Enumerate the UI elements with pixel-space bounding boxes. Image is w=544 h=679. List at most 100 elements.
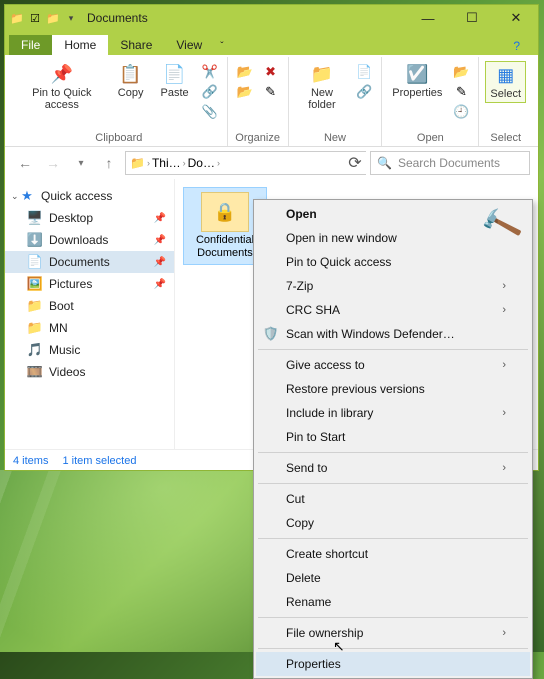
refresh-button[interactable]: ⟳: [344, 152, 366, 174]
tab-file[interactable]: File: [9, 35, 52, 55]
quick-access-label: Quick access: [41, 189, 112, 203]
ctx-create-shortcut[interactable]: Create shortcut: [256, 542, 530, 566]
qat-properties-icon[interactable]: ☑: [27, 10, 43, 26]
tab-view[interactable]: View: [164, 35, 214, 55]
properties-button[interactable]: ☑️ Properties: [388, 61, 446, 101]
paste-label: Paste: [161, 87, 189, 99]
ctx-file-ownership[interactable]: File ownership›: [256, 621, 530, 645]
titlebar: 📁 ☑ 📁 ▾ Documents — ☐ ✕: [5, 5, 538, 31]
rename-icon[interactable]: ✎: [260, 83, 282, 101]
pin-quick-access-button[interactable]: 📌 Pin to Quick access: [17, 61, 107, 113]
search-icon: 🔍: [377, 156, 392, 170]
pin-icon: 📌: [154, 257, 166, 268]
ctx-pin-start[interactable]: Pin to Start: [256, 425, 530, 449]
qat-dropdown-icon[interactable]: ▾: [63, 10, 79, 26]
select-button[interactable]: ▦ Select: [485, 61, 526, 103]
tab-share[interactable]: Share: [108, 35, 164, 55]
sidebar-item-label: Downloads: [49, 233, 108, 247]
chevron-right-icon: ›: [502, 627, 506, 639]
chevron-right-icon: ›: [502, 359, 506, 371]
folder-icon: 🖼️: [27, 276, 43, 292]
forward-button[interactable]: →: [41, 151, 65, 175]
close-button[interactable]: ✕: [494, 5, 538, 31]
new-folder-button[interactable]: 📁 New folder: [295, 61, 350, 113]
folder-icon: 🎞️: [27, 364, 43, 380]
ctx-delete[interactable]: Delete: [256, 566, 530, 590]
search-input[interactable]: 🔍 Search Documents: [370, 151, 530, 175]
qat-newfolder-icon[interactable]: 📁: [45, 10, 61, 26]
window-title: Documents: [87, 11, 148, 25]
chevron-right-icon: ›: [217, 158, 220, 168]
sidebar-item-label: Desktop: [49, 211, 93, 225]
path-segment-documents[interactable]: Do…: [188, 156, 215, 170]
ribbon-tabs: File Home Share View ˇ ?: [5, 31, 538, 55]
newitem-icon[interactable]: 📄: [353, 63, 375, 81]
ribbon-collapse-icon[interactable]: ˇ: [214, 38, 229, 55]
edit-icon[interactable]: ✎: [450, 83, 472, 101]
tab-home[interactable]: Home: [52, 35, 108, 55]
ctx-send-to[interactable]: Send to›: [256, 456, 530, 480]
separator: [258, 452, 528, 453]
new-group-label: New: [324, 130, 346, 146]
sidebar: ⌄ ★ Quick access 🖥️Desktop📌⬇️Downloads📌📄…: [5, 179, 175, 449]
chevron-right-icon: ›: [147, 158, 150, 168]
copy-label: Copy: [118, 87, 144, 99]
sidebar-item-downloads[interactable]: ⬇️Downloads📌: [5, 229, 174, 251]
up-button[interactable]: ↑: [97, 151, 121, 175]
ctx-include-library[interactable]: Include in library›: [256, 401, 530, 425]
properties-icon: ☑️: [406, 63, 428, 85]
minimize-button[interactable]: —: [406, 5, 450, 31]
copypath-icon[interactable]: 🔗: [199, 83, 221, 101]
sidebar-quick-access[interactable]: ⌄ ★ Quick access: [5, 185, 174, 207]
ctx-properties[interactable]: Properties: [256, 652, 530, 676]
cut-icon[interactable]: ✂️: [199, 63, 221, 81]
folder-icon: 📄: [27, 254, 43, 270]
ctx-pin-quick-access[interactable]: Pin to Quick access: [256, 250, 530, 274]
easyaccess-icon[interactable]: 🔗: [353, 83, 375, 101]
pasteshortcut-icon[interactable]: 📎: [199, 103, 221, 121]
copyto-icon[interactable]: 📂: [234, 83, 256, 101]
ctx-7zip[interactable]: 7-Zip›: [256, 274, 530, 298]
delete-icon[interactable]: ✖: [260, 63, 282, 81]
pin-icon: 📌: [154, 279, 166, 290]
paste-button[interactable]: 📄 Paste: [155, 61, 195, 101]
folder-icon-small: 📁: [130, 156, 145, 170]
ctx-defender[interactable]: 🛡️Scan with Windows Defender…: [256, 322, 530, 346]
back-button[interactable]: ←: [13, 151, 37, 175]
ctx-rename[interactable]: Rename: [256, 590, 530, 614]
sidebar-item-boot[interactable]: 📁Boot: [5, 295, 174, 317]
sidebar-item-label: Documents: [49, 255, 110, 269]
ctx-cut[interactable]: Cut: [256, 487, 530, 511]
ctx-crc-sha[interactable]: CRC SHA›: [256, 298, 530, 322]
moveto-icon[interactable]: 📂: [234, 63, 256, 81]
open-group-label: Open: [417, 130, 444, 146]
folder-icon: 🎵: [27, 342, 43, 358]
sidebar-item-mn[interactable]: 📁MN: [5, 317, 174, 339]
ctx-open-new-window[interactable]: Open in new window: [256, 226, 530, 250]
maximize-button[interactable]: ☐: [450, 5, 494, 31]
sidebar-item-pictures[interactable]: 🖼️ Pictures 📌: [5, 273, 174, 295]
folder-icon: 📁: [9, 10, 25, 26]
sidebar-item-music[interactable]: 🎵Music: [5, 339, 174, 361]
address-bar[interactable]: 📁 › Thi… › Do… › ⌄: [125, 151, 366, 175]
ctx-restore[interactable]: Restore previous versions: [256, 377, 530, 401]
pin-icon: 📌: [154, 235, 166, 246]
copy-button[interactable]: 📋 Copy: [111, 61, 151, 101]
chevron-right-icon: ›: [183, 158, 186, 168]
ctx-open[interactable]: Open: [256, 202, 530, 226]
ctx-copy[interactable]: Copy: [256, 511, 530, 535]
recent-dropdown-icon[interactable]: ▾: [69, 151, 93, 175]
sidebar-item-desktop[interactable]: 🖥️Desktop📌: [5, 207, 174, 229]
sidebar-item-videos[interactable]: 🎞️Videos: [5, 361, 174, 383]
path-segment-thispc[interactable]: Thi…: [152, 156, 181, 170]
search-placeholder: Search Documents: [398, 156, 500, 170]
help-icon[interactable]: ?: [507, 37, 526, 55]
sidebar-item-documents[interactable]: 📄 Documents 📌: [5, 251, 174, 273]
properties-label: Properties: [392, 87, 442, 99]
organize-group-label: Organize: [235, 130, 280, 146]
history-icon[interactable]: 🕘: [450, 103, 472, 121]
sidebar-item-label: Boot: [49, 299, 74, 313]
ctx-give-access[interactable]: Give access to›: [256, 353, 530, 377]
sidebar-item-label: Pictures: [49, 277, 92, 291]
open-icon[interactable]: 📂: [450, 63, 472, 81]
